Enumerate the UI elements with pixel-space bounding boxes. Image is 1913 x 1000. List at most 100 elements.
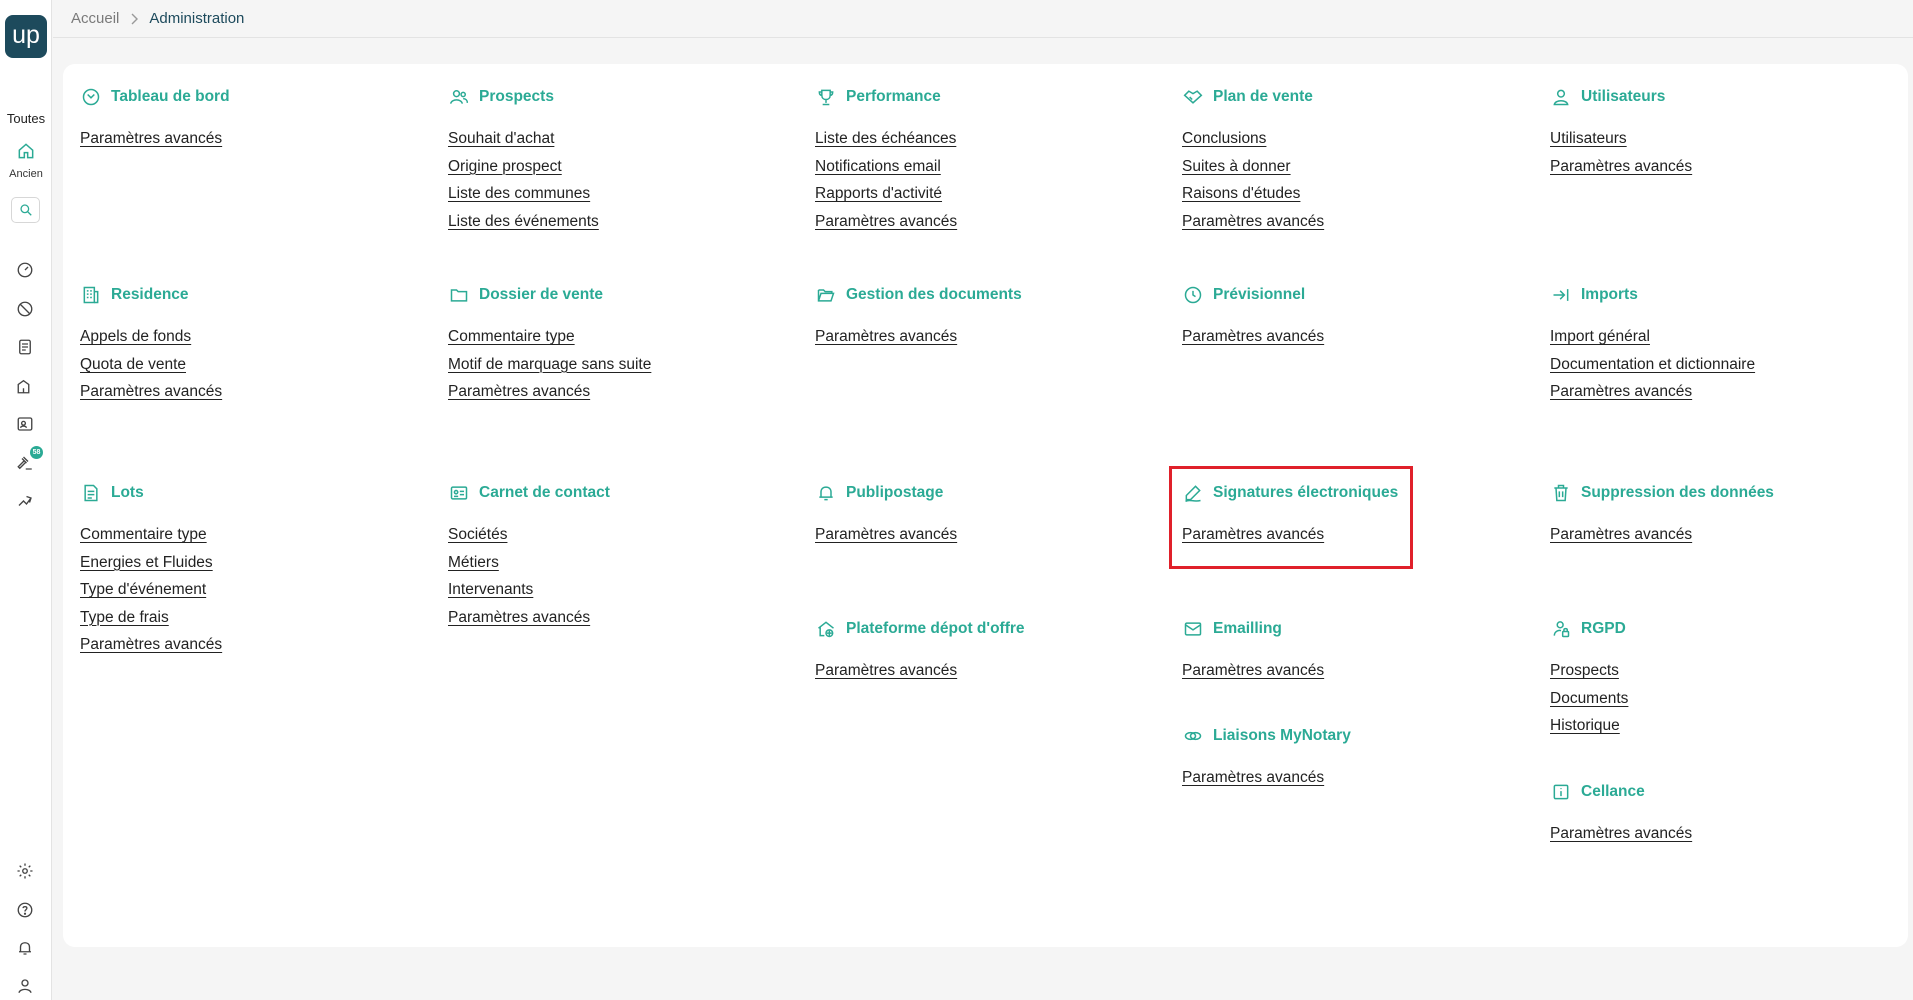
link-parametres-avances[interactable]: Paramètres avancés [80,125,440,153]
link-liste-communes[interactable]: Liste des communes [448,180,808,208]
user-lock-icon [1550,618,1572,640]
link-parametres-avances[interactable]: Paramètres avancés [815,521,1175,549]
link-parametres-avances[interactable]: Paramètres avancés [80,631,440,659]
section-title: Performance [846,88,941,105]
link-liste-evenements[interactable]: Liste des événements [448,208,808,236]
app-logo[interactable]: up [5,15,47,58]
lots-document-icon [80,482,102,504]
link-quota-de-vente[interactable]: Quota de vente [80,351,440,379]
sidebar-item-help[interactable] [15,900,35,920]
link-documents[interactable]: Documents [1550,685,1910,713]
link-parametres-avances[interactable]: Paramètres avancés [1182,521,1542,549]
bell-icon [19,942,31,955]
sidebar-item-contacts[interactable] [15,414,35,434]
section-plan-de-vente: Plan de vente Conclusions Suites à donne… [1182,86,1542,235]
link-commentaire-type[interactable]: Commentaire type [448,323,808,351]
link-parametres-avances[interactable]: Paramètres avancés [1182,208,1542,236]
link-motif-marquage[interactable]: Motif de marquage sans suite [448,351,808,379]
link-metiers[interactable]: Métiers [448,549,808,577]
link-parametres-avances[interactable]: Paramètres avancés [1182,764,1542,792]
trophy-icon [815,86,837,108]
handshake-icon [1182,86,1204,108]
link-parametres-avances[interactable]: Paramètres avancés [80,378,440,406]
sidebar-item-dashboard[interactable] [15,260,35,280]
section-title: Plan de vente [1213,88,1313,105]
link-parametres-avances[interactable]: Paramètres avancés [815,657,1175,685]
link-parametres-avances[interactable]: Paramètres avancés [1550,153,1910,181]
section-title: Suppression des données [1581,484,1774,501]
link-souhait-achat[interactable]: Souhait d'achat [448,125,808,153]
sidebar-item-blocked[interactable] [15,299,35,319]
section-suppression-donnees: Suppression des données Paramètres avanc… [1550,482,1910,549]
link-energies-fluides[interactable]: Energies et Fluides [80,549,440,577]
section-title: Carnet de contact [479,484,610,501]
top-bar: Accueil Administration [53,0,1913,38]
user-icon [18,979,32,994]
section-publipostage: Publipostage Paramètres avancés [815,482,1175,549]
breadcrumb-home[interactable]: Accueil [71,10,119,27]
link-type-de-frais[interactable]: Type de frais [80,604,440,632]
contact-card-icon [448,482,470,504]
sidebar-search-button[interactable] [11,197,40,223]
sidebar-toutes[interactable]: Toutes [0,111,52,126]
section-utilisateurs: Utilisateurs Utilisateurs Paramètres ava… [1550,86,1910,180]
link-liste-echeances[interactable]: Liste des échéances [815,125,1175,153]
link-parametres-avances[interactable]: Paramètres avancés [1550,820,1910,848]
dashboard-icon [80,86,102,108]
building-icon [17,379,30,394]
info-icon [1550,781,1572,803]
document-list-icon [19,339,31,355]
sidebar-item-profile[interactable] [15,976,35,996]
sidebar-item-ancien[interactable]: Ancien [0,141,52,180]
bell-icon [815,482,837,504]
section-title: Plateforme dépot d'offre [846,620,1025,637]
sidebar-ancien-label: Ancien [9,168,43,180]
link-origine-prospect[interactable]: Origine prospect [448,153,808,181]
link-parametres-avances[interactable]: Paramètres avancés [1550,378,1910,406]
link-raisons-etudes[interactable]: Raisons d'études [1182,180,1542,208]
sidebar-item-buildings[interactable] [15,376,35,396]
home-icon [18,143,34,159]
link-import-general[interactable]: Import général [1550,323,1910,351]
ban-icon [17,301,33,317]
sidebar-item-auction[interactable]: 58 [15,446,43,473]
link-utilisateurs[interactable]: Utilisateurs [1550,125,1910,153]
section-signatures-electroniques: Signatures électroniques Paramètres avan… [1182,482,1542,549]
house-offer-icon [815,618,837,640]
link-rapports-activite[interactable]: Rapports d'activité [815,180,1175,208]
section-gestion-documents: Gestion des documents Paramètres avancés [815,284,1175,351]
users-icon [448,86,470,108]
link-parametres-avances[interactable]: Paramètres avancés [448,604,808,632]
link-parametres-avances[interactable]: Paramètres avancés [1550,521,1910,549]
link-prospects[interactable]: Prospects [1550,657,1910,685]
link-intervenants[interactable]: Intervenants [448,576,808,604]
link-societes[interactable]: Sociétés [448,521,808,549]
folder-open-icon [815,284,837,306]
link-parametres-avances[interactable]: Paramètres avancés [1182,657,1542,685]
section-imports: Imports Import général Documentation et … [1550,284,1910,406]
section-prospects: Prospects Souhait d'achat Origine prospe… [448,86,808,235]
link-historique[interactable]: Historique [1550,712,1910,740]
link-suites-a-donner[interactable]: Suites à donner [1182,153,1542,181]
link-parametres-avances[interactable]: Paramètres avancés [815,208,1175,236]
section-title: Lots [111,484,144,501]
sidebar-item-settings[interactable] [15,861,35,881]
apartment-building-icon [80,284,102,306]
search-icon [19,204,32,216]
link-type-evenement[interactable]: Type d'événement [80,576,440,604]
section-title: Emailling [1213,620,1282,637]
link-appels-de-fonds[interactable]: Appels de fonds [80,323,440,351]
sidebar-item-documents[interactable] [15,337,35,357]
link-documentation-dictionnaire[interactable]: Documentation et dictionnaire [1550,351,1910,379]
link-commentaire-type[interactable]: Commentaire type [80,521,440,549]
sidebar-item-notifications[interactable] [15,938,35,958]
section-cellance: Cellance Paramètres avancés [1550,781,1910,848]
link-parametres-avances[interactable]: Paramètres avancés [1182,323,1542,351]
section-title: Utilisateurs [1581,88,1666,105]
link-parametres-avances[interactable]: Paramètres avancés [815,323,1175,351]
link-conclusions[interactable]: Conclusions [1182,125,1542,153]
link-notifications-email[interactable]: Notifications email [815,153,1175,181]
sidebar-item-tools[interactable] [15,491,35,511]
user-icon [1550,86,1572,108]
link-parametres-avances[interactable]: Paramètres avancés [448,378,808,406]
